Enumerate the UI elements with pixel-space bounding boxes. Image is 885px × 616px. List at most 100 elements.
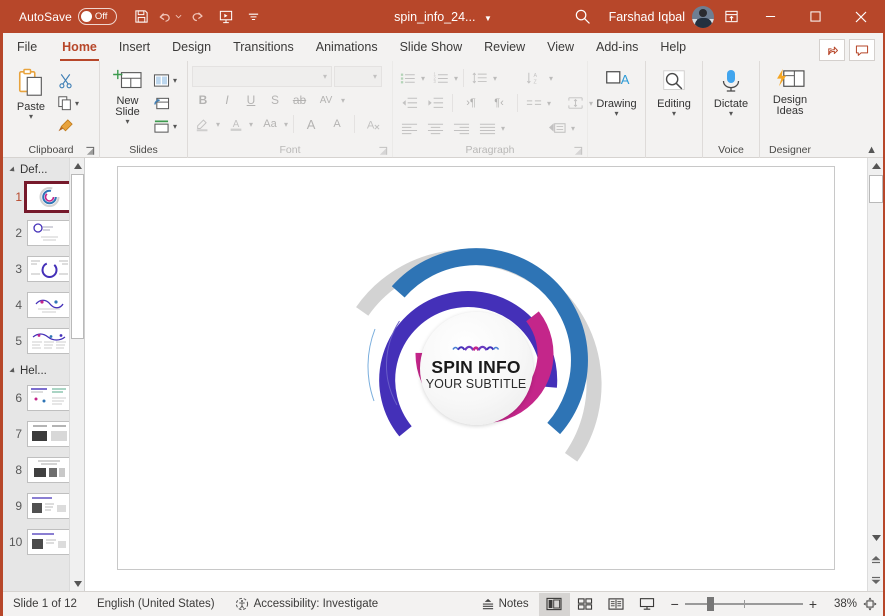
- smartart-chevron-down-icon[interactable]: ▾: [571, 124, 575, 133]
- italic-button[interactable]: I: [216, 89, 238, 111]
- thumbnail-preview[interactable]: [27, 493, 72, 519]
- copy-chevron-down-icon[interactable]: ▾: [75, 99, 79, 108]
- slide-vertical-scrollbar[interactable]: [867, 158, 883, 591]
- zoom-track[interactable]: [684, 597, 803, 611]
- minimize-button[interactable]: [748, 0, 793, 33]
- cut-button[interactable]: [55, 69, 81, 91]
- close-button[interactable]: [838, 0, 883, 33]
- bold-button[interactable]: B: [192, 89, 214, 111]
- reading-view-button[interactable]: [601, 593, 632, 616]
- drawing-button[interactable]: A Drawing ▾: [592, 64, 641, 118]
- thumbnail-scroll-thumb[interactable]: [71, 174, 84, 339]
- slide-counter[interactable]: Slide 1 of 12: [3, 592, 87, 616]
- clear-formatting-icon[interactable]: A: [360, 113, 384, 135]
- tab-help[interactable]: Help: [649, 33, 697, 61]
- underline-button[interactable]: U: [240, 89, 262, 111]
- text-highlight-icon[interactable]: [192, 113, 214, 135]
- numbering-icon[interactable]: 123: [430, 67, 452, 89]
- justify-icon[interactable]: [475, 117, 499, 139]
- rtl-icon[interactable]: ¶‹: [486, 92, 512, 114]
- font-color-icon[interactable]: A: [225, 113, 247, 135]
- drawing-chevron-down-icon[interactable]: ▾: [614, 110, 618, 118]
- previous-slide-button[interactable]: [868, 552, 883, 567]
- align-text-icon[interactable]: [563, 92, 587, 114]
- thumbnail-scroll-up-arrow-icon[interactable]: [70, 158, 84, 173]
- text-shadow-button[interactable]: S: [264, 89, 286, 111]
- comment-icon[interactable]: [849, 39, 875, 61]
- design-ideas-button[interactable]: Design Ideas: [764, 64, 816, 117]
- ltr-icon[interactable]: ›¶: [458, 92, 484, 114]
- paragraph-dialog-launcher-icon[interactable]: [573, 146, 584, 157]
- customize-qat-icon[interactable]: [241, 5, 267, 29]
- tab-review[interactable]: Review: [473, 33, 536, 61]
- font-size-chevron-down-icon[interactable]: ▾: [373, 72, 377, 81]
- thumbnail-preview[interactable]: [27, 328, 72, 354]
- save-icon[interactable]: [129, 5, 155, 29]
- maximize-button[interactable]: [793, 0, 838, 33]
- character-spacing-chevron-down-icon[interactable]: ▾: [341, 96, 345, 105]
- sort-icon[interactable]: AZ: [521, 67, 547, 89]
- slide-scroll-down-arrow-icon[interactable]: [868, 530, 883, 545]
- section-collapse-triangle-icon[interactable]: [9, 166, 17, 174]
- dictate-button[interactable]: Dictate ▾: [707, 64, 755, 118]
- increase-indent-icon[interactable]: [423, 92, 447, 114]
- thumbnail-preview[interactable]: [27, 292, 72, 318]
- thumbnail-scrollbar[interactable]: [69, 158, 84, 591]
- zoom-handle[interactable]: [706, 597, 714, 611]
- redo-icon[interactable]: [185, 5, 211, 29]
- font-color-chevron-down-icon[interactable]: ▾: [249, 120, 253, 129]
- bullets-icon[interactable]: [397, 67, 419, 89]
- slide-thumbnail-pane[interactable]: Def... 1 2 3 4 5 Hel... 6 7 8 9 10: [3, 158, 85, 591]
- increase-font-size-button[interactable]: A: [299, 113, 323, 135]
- section-button[interactable]: ▾: [151, 115, 179, 137]
- sort-chevron-down-icon[interactable]: ▾: [549, 74, 553, 83]
- decrease-font-size-button[interactable]: A: [325, 113, 349, 135]
- decrease-indent-icon[interactable]: [397, 92, 421, 114]
- strikethrough-button[interactable]: ab: [288, 89, 311, 111]
- language-indicator[interactable]: English (United States): [87, 592, 225, 616]
- tab-insert[interactable]: Insert: [108, 33, 161, 61]
- ribbon-display-options-icon[interactable]: [714, 0, 748, 33]
- align-left-icon[interactable]: [397, 117, 421, 139]
- character-spacing-button[interactable]: AV: [313, 89, 339, 111]
- paste-chevron-down-icon[interactable]: ▾: [29, 113, 33, 121]
- tab-animations[interactable]: Animations: [305, 33, 389, 61]
- section-collapse-triangle-icon[interactable]: [9, 367, 17, 375]
- thumbnail-preview[interactable]: [27, 529, 72, 555]
- dictate-chevron-down-icon[interactable]: ▾: [729, 110, 733, 118]
- font-name-input[interactable]: ▾: [192, 66, 332, 87]
- columns-icon[interactable]: [523, 92, 545, 114]
- thumbnail-scroll-down-arrow-icon[interactable]: [70, 576, 84, 591]
- tab-slide-show[interactable]: Slide Show: [389, 33, 474, 61]
- font-name-chevron-down-icon[interactable]: ▾: [323, 72, 327, 81]
- new-slide-button[interactable]: New Slide ▾: [104, 64, 151, 126]
- new-slide-chevron-down-icon[interactable]: ▾: [125, 118, 129, 126]
- fit-to-window-icon[interactable]: [857, 593, 883, 616]
- thumbnail-preview[interactable]: [27, 220, 72, 246]
- thumbnail-preview[interactable]: [27, 385, 72, 411]
- autosave-toggle[interactable]: Off: [77, 8, 117, 25]
- start-presentation-icon[interactable]: [213, 5, 239, 29]
- font-size-input[interactable]: ▾: [334, 66, 382, 87]
- align-right-icon[interactable]: [449, 117, 473, 139]
- center-hub[interactable]: SPIN INFO YOUR SUBTITLE: [419, 311, 533, 425]
- zoom-out-button[interactable]: −: [671, 596, 679, 612]
- notes-button[interactable]: Notes: [471, 598, 539, 611]
- thumbnail-preview[interactable]: [24, 181, 75, 213]
- normal-view-button[interactable]: [538, 592, 570, 616]
- section-chevron-down-icon[interactable]: ▾: [173, 122, 177, 131]
- avatar[interactable]: [692, 5, 714, 28]
- next-slide-button[interactable]: [868, 572, 883, 587]
- align-center-icon[interactable]: [423, 117, 447, 139]
- zoom-slider[interactable]: − +: [663, 596, 825, 612]
- thumbnail-preview[interactable]: [27, 256, 72, 282]
- zoom-in-button[interactable]: +: [809, 596, 817, 612]
- line-spacing-icon[interactable]: [469, 67, 491, 89]
- smartart-icon[interactable]: [545, 117, 569, 139]
- highlight-chevron-down-icon[interactable]: ▾: [216, 120, 220, 129]
- search-icon[interactable]: [563, 0, 603, 33]
- editing-chevron-down-icon[interactable]: ▾: [672, 110, 676, 118]
- layout-button[interactable]: ▾: [151, 69, 179, 91]
- slide-editing-surface[interactable]: SPIN INFO YOUR SUBTITLE: [117, 166, 835, 570]
- numbering-chevron-down-icon[interactable]: ▾: [454, 74, 458, 83]
